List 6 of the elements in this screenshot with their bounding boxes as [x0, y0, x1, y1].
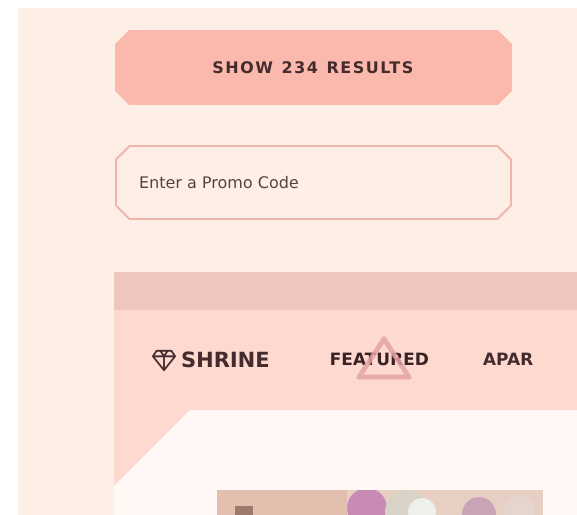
brand-name: SHRINE: [181, 348, 270, 372]
show-results-button[interactable]: SHOW 234 RESULTS: [115, 30, 512, 105]
nav-tab[interactable]: APAR: [482, 350, 534, 370]
promo-code-field[interactable]: Enter a Promo Code: [117, 147, 510, 218]
diamond-icon: [152, 348, 176, 372]
nav-tab[interactable]: FEATURED: [330, 350, 429, 370]
